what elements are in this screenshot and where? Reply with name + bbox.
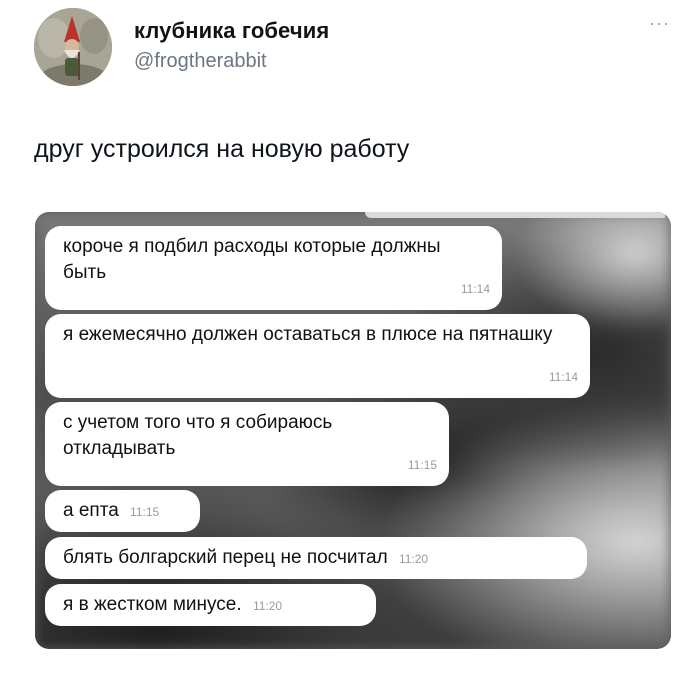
message-text: короче я подбил расходы которые должны б…: [63, 236, 441, 283]
message-bubble: короче я подбил расходы которые должны б…: [45, 226, 502, 310]
tweet-header: клубника гобечия @frogtherabbit ···: [34, 8, 674, 88]
chat-screenshot: короче я подбил расходы которые должны б…: [35, 212, 671, 649]
message-bubble: с учетом того что я собираюсь откладыват…: [45, 402, 449, 486]
message-text: а епта: [63, 500, 119, 521]
message-time: 11:14: [548, 370, 578, 384]
message-text: я ежемесячно должен оставаться в плюсе н…: [63, 324, 553, 345]
message-bubble: я ежемесячно должен оставаться в плюсе н…: [45, 314, 590, 398]
user-handle[interactable]: @frogtherabbit: [134, 50, 267, 73]
top-strip: [365, 212, 665, 218]
message-text: с учетом того что я собираюсь откладыват…: [63, 412, 333, 459]
message-bubble: блять болгарский перец не посчитал 11:20: [45, 537, 587, 579]
gnome-avatar-image: [34, 8, 112, 86]
message-time: 11:20: [398, 552, 429, 566]
tweet-text: друг устроился на новую работу: [34, 135, 410, 163]
avatar[interactable]: [34, 8, 112, 86]
message-time: 11:15: [407, 458, 437, 472]
message-time: 11:14: [460, 282, 490, 296]
display-name[interactable]: клубника гобечия: [134, 18, 329, 44]
message-time: 11:15: [130, 505, 160, 519]
message-time: 11:20: [252, 599, 283, 613]
message-bubble: я в жестком минусе. 11:20: [45, 584, 376, 626]
message-text: я в жестком минусе.: [63, 594, 242, 615]
message-bubble: а епта 11:15: [45, 490, 200, 532]
more-dots-icon[interactable]: ···: [649, 14, 670, 32]
message-text: блять болгарский перец не посчитал: [63, 547, 388, 568]
